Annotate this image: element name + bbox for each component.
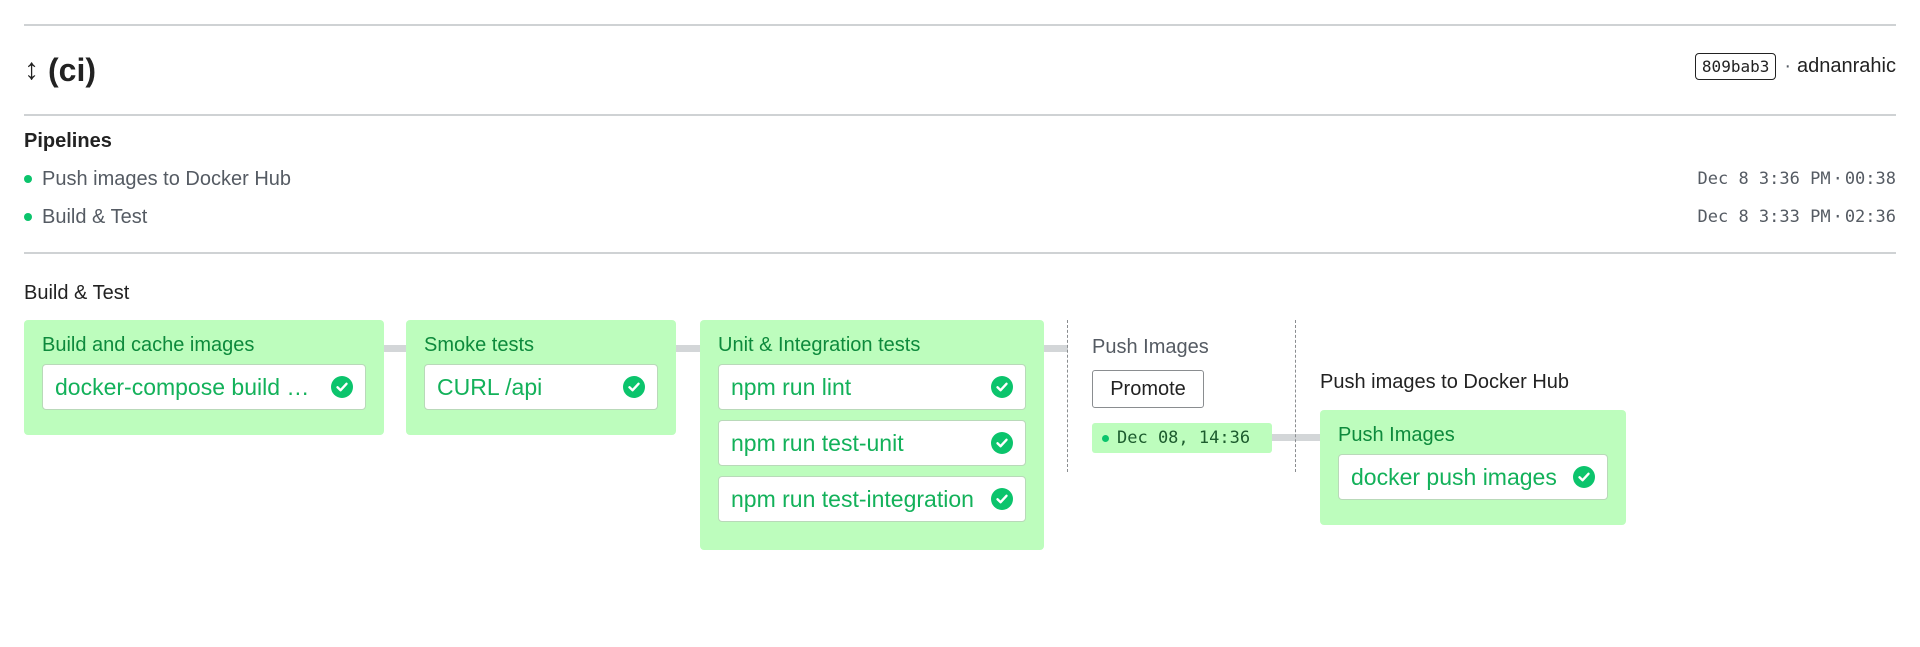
timing-separator: ·	[1832, 207, 1843, 227]
block-title: Unit & Integration tests	[718, 334, 921, 356]
pipelines-divider	[24, 252, 1896, 254]
block-title: Build and cache images	[42, 334, 255, 356]
workflow-label: Build & Test	[24, 282, 130, 304]
commit-author[interactable]: adnanrahic	[1797, 55, 1896, 78]
commit-info: 809bab3 · adnanrahic	[1694, 53, 1896, 80]
pipeline-row-push-images[interactable]: Push images to Docker Hub Dec 8 3:36 PM ·…	[24, 164, 1896, 194]
promote-button[interactable]: Promote	[1092, 370, 1204, 408]
job-docker-push-images[interactable]: docker push images	[1338, 454, 1608, 500]
check-circle-icon	[991, 376, 1013, 398]
pipeline-date: Dec 8 3:36 PM	[1697, 169, 1831, 189]
job-name: CURL /api	[437, 373, 543, 400]
block-smoke-tests[interactable]: Smoke tests CURL /api	[406, 320, 676, 435]
promotion-divider-right	[1295, 320, 1296, 472]
job-npm-test-unit[interactable]: npm run test-unit	[718, 420, 1026, 466]
promotion-date: Dec 08, 14:36	[1117, 428, 1251, 448]
connector-line	[676, 345, 700, 352]
connector-line	[1272, 434, 1320, 441]
pipeline-date: Dec 8 3:33 PM	[1697, 207, 1831, 227]
pipeline-timing: Dec 8 3:36 PM · 00:38	[1698, 169, 1897, 189]
pipeline-timing: Dec 8 3:33 PM · 02:36	[1698, 207, 1897, 227]
promotion-timestamp[interactable]: Dec 08, 14:36	[1092, 423, 1272, 453]
job-name: npm run lint	[731, 373, 852, 400]
downstream-pipeline-title[interactable]: Push images to Docker Hub	[1320, 371, 1569, 394]
job-docker-compose-build[interactable]: docker-compose build …	[42, 364, 366, 410]
status-dot-icon	[24, 213, 32, 221]
job-name: npm run test-integration	[731, 485, 974, 512]
pipeline-name[interactable]: Build & Test	[42, 206, 147, 229]
job-npm-test-integration[interactable]: npm run test-integration	[718, 476, 1026, 522]
page-title: (ci)	[48, 51, 96, 88]
check-circle-icon	[991, 432, 1013, 454]
author-separator: ·	[1784, 55, 1792, 77]
timing-separator: ·	[1832, 169, 1843, 189]
block-build-cache[interactable]: Build and cache images docker-compose bu…	[24, 320, 384, 435]
status-dot-icon	[1102, 434, 1109, 442]
page-header: ↕ (ci)	[24, 48, 96, 92]
status-dot-icon	[24, 175, 32, 183]
pipeline-name[interactable]: Push images to Docker Hub	[42, 168, 291, 191]
promotion-divider-left	[1067, 320, 1068, 472]
job-curl-api[interactable]: CURL /api	[424, 364, 658, 410]
header-divider	[24, 114, 1896, 116]
check-circle-icon	[1573, 466, 1595, 488]
block-title: Push Images	[1338, 424, 1455, 446]
check-circle-icon	[991, 488, 1013, 510]
block-push-images[interactable]: Push Images docker push images	[1320, 410, 1626, 525]
promotion-title: Push Images	[1092, 336, 1209, 358]
check-circle-icon	[623, 376, 645, 398]
sort-arrows-icon: ↕	[24, 53, 39, 86]
pipeline-duration: 00:38	[1844, 169, 1896, 189]
pipeline-row-build-test[interactable]: Build & Test Dec 8 3:33 PM · 02:36	[24, 202, 1896, 232]
job-name: docker-compose build …	[55, 373, 310, 400]
job-npm-lint[interactable]: npm run lint	[718, 364, 1026, 410]
job-name: npm run test-unit	[731, 429, 904, 456]
pipeline-duration: 02:36	[1844, 207, 1896, 227]
block-unit-integration-tests[interactable]: Unit & Integration tests npm run lint np…	[700, 320, 1044, 550]
pipelines-heading: Pipelines	[24, 130, 112, 152]
job-name: docker push images	[1351, 463, 1557, 490]
commit-hash-badge[interactable]: 809bab3	[1694, 53, 1777, 80]
connector-line	[1044, 345, 1068, 352]
connector-line	[384, 345, 406, 352]
top-divider	[24, 24, 1896, 26]
block-title: Smoke tests	[424, 334, 535, 356]
check-circle-icon	[331, 376, 353, 398]
